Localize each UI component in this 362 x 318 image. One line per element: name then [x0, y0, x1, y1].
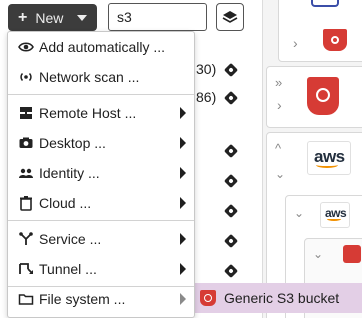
menu-item-network-scan[interactable]: Network scan ...	[8, 62, 194, 92]
chevron-down-icon[interactable]: ⌄	[275, 167, 285, 181]
chevron-right-icon	[180, 197, 186, 209]
eye-icon	[18, 39, 34, 55]
new-button-label: New	[35, 9, 64, 26]
search-input[interactable]: s3	[108, 3, 207, 31]
menu-item-cloud[interactable]: Cloud ...	[8, 188, 194, 218]
layers-button[interactable]	[216, 3, 244, 31]
new-dropdown-menu: Add automatically ... Network scan ... R…	[7, 31, 195, 318]
layers-icon	[222, 11, 238, 23]
camera-icon	[18, 135, 34, 151]
new-button[interactable]: + New	[8, 4, 97, 31]
aws-logo-small: aws	[320, 202, 350, 228]
card-header-outline	[311, 0, 339, 7]
list-item-count: 86)	[196, 89, 217, 105]
list-item-count: 30)	[196, 61, 217, 77]
s3-card-top[interactable]: ›	[278, 0, 362, 62]
submenu-item-generic-s3-bucket[interactable]: Generic S3 bucket	[200, 283, 339, 313]
tunnel-icon	[18, 261, 34, 277]
service-icon	[343, 245, 361, 263]
menu-item-remote-host[interactable]: Remote Host ...	[8, 98, 194, 128]
menu-item-identity[interactable]: Identity ...	[8, 158, 194, 188]
chevron-right-icon	[180, 167, 186, 179]
search-input-value: s3	[117, 9, 132, 25]
s3-bucket-icon	[200, 290, 216, 306]
chevron-right-icon	[180, 263, 186, 275]
menu-item-add-automatically[interactable]: Add automatically ...	[8, 32, 194, 62]
menu-separator	[8, 220, 194, 221]
plus-icon: +	[18, 8, 28, 26]
menu-item-desktop[interactable]: Desktop ...	[8, 128, 194, 158]
service-icon	[18, 231, 34, 247]
aws-logo: aws	[307, 141, 351, 175]
folder-icon	[18, 291, 34, 307]
menu-item-service[interactable]: Service ...	[8, 224, 194, 254]
chevron-right-icon[interactable]: ›	[293, 35, 298, 51]
users-icon	[18, 165, 34, 181]
s3-bucket-icon	[323, 29, 347, 51]
menu-item-tunnel[interactable]: Tunnel ...	[8, 254, 194, 284]
caret-down-icon	[77, 14, 88, 21]
s3-bucket-icon	[307, 77, 339, 115]
chevron-right-icon	[180, 293, 186, 305]
double-chevron-icon[interactable]: »	[275, 75, 282, 90]
menu-item-file-system[interactable]: File system ...	[8, 284, 194, 314]
chevron-right-icon	[180, 137, 186, 149]
menu-separator	[8, 94, 194, 95]
chevron-right-icon[interactable]: ›	[277, 97, 282, 113]
server-icon	[18, 105, 34, 121]
delete-icon	[18, 195, 34, 211]
chevron-down-icon[interactable]: ⌄	[313, 247, 323, 261]
submenu-item-label: Generic S3 bucket	[224, 290, 340, 306]
expand-icon[interactable]: ^	[275, 141, 281, 156]
chevron-right-icon	[180, 107, 186, 119]
s3-bucket-card[interactable]: » ›	[266, 66, 362, 128]
chevron-right-icon	[180, 233, 186, 245]
chevron-down-icon[interactable]: ⌄	[294, 206, 304, 220]
network-scan-icon	[18, 69, 34, 85]
